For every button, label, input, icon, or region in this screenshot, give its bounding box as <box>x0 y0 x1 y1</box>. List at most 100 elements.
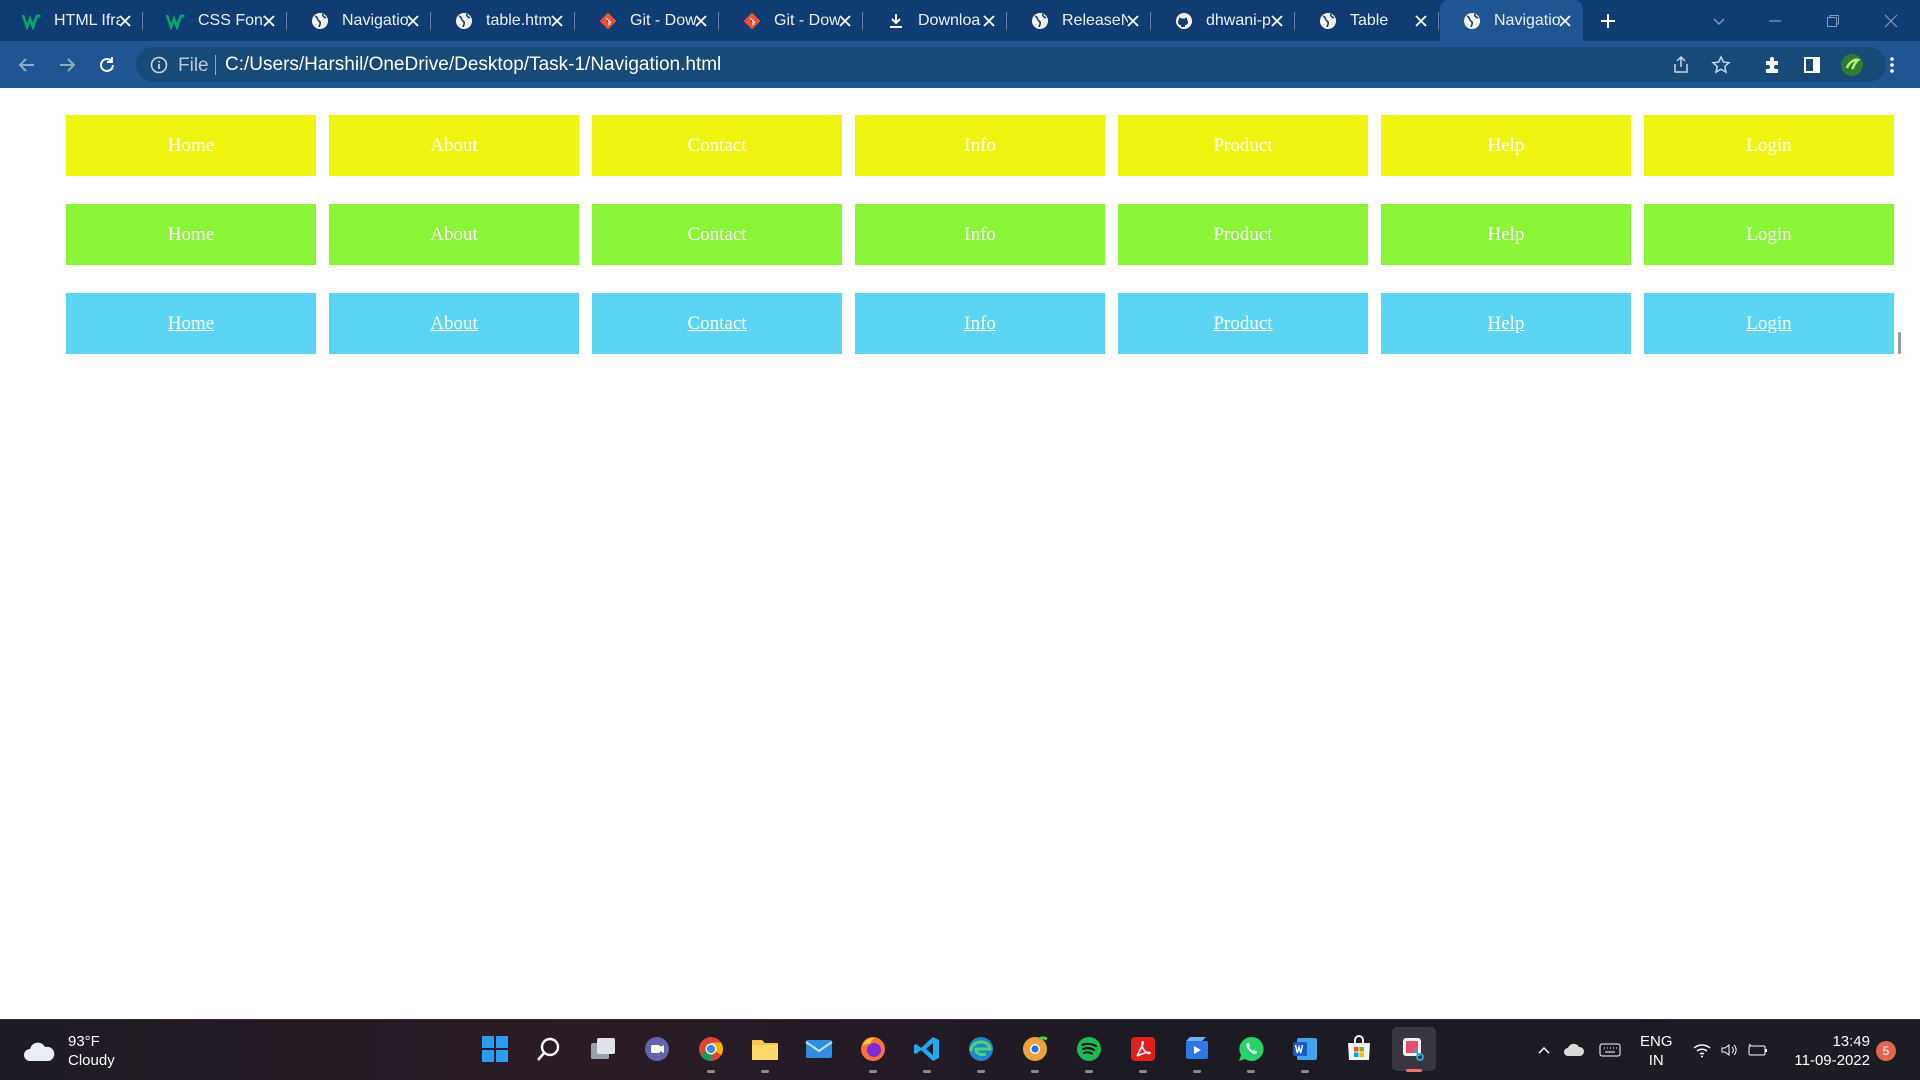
tab[interactable]: Git - Dow <box>576 0 719 41</box>
search-icon[interactable] <box>532 1032 566 1066</box>
tab[interactable]: dhwani-p <box>1152 0 1295 41</box>
nav-link-info[interactable]: Info <box>855 204 1105 265</box>
extensions-icon[interactable] <box>1760 53 1784 77</box>
nav-link-home[interactable]: Home <box>66 293 316 354</box>
tab-search-chevron-icon[interactable] <box>1706 8 1732 34</box>
acrobat-icon[interactable] <box>1126 1032 1160 1073</box>
close-tab-icon[interactable] <box>980 12 997 29</box>
nav-link-home[interactable]: Home <box>66 204 316 265</box>
share-icon[interactable] <box>1670 54 1692 76</box>
close-tab-icon[interactable] <box>1412 12 1429 29</box>
snipping-tool-icon[interactable] <box>1392 1027 1436 1072</box>
close-tab-icon[interactable] <box>1124 12 1141 29</box>
microsoft-store-icon[interactable] <box>1342 1032 1376 1066</box>
side-panel-icon[interactable] <box>1800 53 1824 77</box>
nav-link-about[interactable]: About <box>329 115 579 176</box>
nav-link-product[interactable]: Product <box>1118 293 1368 354</box>
mail-icon[interactable] <box>802 1032 836 1066</box>
whatsapp-icon[interactable] <box>1234 1032 1268 1073</box>
tab-title: Git - Dow <box>774 11 840 29</box>
firefox-icon[interactable] <box>856 1032 890 1073</box>
file-explorer-icon[interactable] <box>748 1032 782 1073</box>
nav-link-contact[interactable]: Contact <box>592 115 842 176</box>
tab-separator <box>574 12 575 30</box>
tab[interactable]: CSS Fonts <box>144 0 287 41</box>
bookmark-star-icon[interactable] <box>1710 54 1732 76</box>
tab[interactable]: ReleaseN <box>1008 0 1151 41</box>
cloud-icon <box>24 1042 55 1061</box>
nav-link-product[interactable]: Product <box>1118 204 1368 265</box>
tab-active[interactable]: Navigatio <box>1440 0 1583 41</box>
nav-link-product[interactable]: Product <box>1118 115 1368 176</box>
nav-link-login[interactable]: Login <box>1644 115 1894 176</box>
spotify-icon[interactable] <box>1072 1032 1106 1073</box>
nav-link-help[interactable]: Help <box>1381 115 1631 176</box>
tab[interactable]: Git - Dow <box>720 0 863 41</box>
system-clock[interactable]: 13:49 11-09-2022 <box>1790 1032 1870 1070</box>
nav-link-home[interactable]: Home <box>66 115 316 176</box>
nav-link-login[interactable]: Login <box>1644 204 1894 265</box>
weather-widget[interactable]: 93°F Cloudy <box>22 1032 115 1070</box>
close-tab-icon[interactable] <box>692 12 709 29</box>
profile-avatar[interactable] <box>1840 53 1864 77</box>
nav-link-contact[interactable]: Contact <box>592 204 842 265</box>
close-tab-icon[interactable] <box>260 12 277 29</box>
battery-icon[interactable] <box>1746 1038 1770 1062</box>
nav-link-info[interactable]: Info <box>855 293 1105 354</box>
onedrive-cloud-icon[interactable] <box>1562 1038 1586 1062</box>
chrome-icon[interactable] <box>694 1032 728 1073</box>
nav-link-help[interactable]: Help <box>1381 293 1631 354</box>
close-tab-icon[interactable] <box>548 12 565 29</box>
info-icon[interactable] <box>149 55 169 75</box>
nav-link-about[interactable]: About <box>329 204 579 265</box>
tab[interactable]: Table <box>1296 0 1439 41</box>
url-text[interactable]: C:/Users/Harshil/OneDrive/Desktop/Task-1… <box>225 54 721 76</box>
vscode-icon[interactable] <box>910 1032 944 1073</box>
show-hidden-icons-chevron-icon[interactable] <box>1532 1038 1556 1062</box>
browser-tab-strip: HTML Ifra CSS Fonts Navigatio table.htm Git … <box>0 0 1920 41</box>
volume-icon[interactable] <box>1718 1038 1742 1062</box>
running-indicator <box>1031 1070 1039 1073</box>
input-language[interactable]: ENG IN <box>1640 1032 1673 1070</box>
wifi-icon[interactable] <box>1690 1038 1714 1062</box>
scrollbar-thumb[interactable] <box>1898 332 1901 354</box>
nav-link-login[interactable]: Login <box>1644 293 1894 354</box>
tab-title: dhwani-p <box>1206 11 1271 29</box>
task-view-icon[interactable] <box>586 1032 620 1066</box>
new-tab-button[interactable] <box>1596 9 1620 33</box>
notification-badge[interactable]: 5 <box>1876 1041 1896 1061</box>
close-tab-icon[interactable] <box>1556 12 1573 29</box>
address-bar[interactable]: File C:/Users/Harshil/OneDrive/Desktop/T… <box>136 47 1886 82</box>
nav-link-about[interactable]: About <box>329 293 579 354</box>
close-tab-icon[interactable] <box>404 12 421 29</box>
nav-link-contact[interactable]: Contact <box>592 293 842 354</box>
chrome-canary-icon[interactable] <box>1018 1032 1052 1073</box>
nav-link-help[interactable]: Help <box>1381 204 1631 265</box>
close-tab-icon[interactable] <box>836 12 853 29</box>
forward-button[interactable] <box>53 51 81 79</box>
tab[interactable]: table.htm <box>432 0 575 41</box>
restore-button[interactable] <box>1820 8 1846 34</box>
teams-chat-icon[interactable] <box>640 1032 674 1066</box>
w3schools-icon <box>22 11 42 31</box>
video-editor-icon[interactable] <box>1180 1032 1214 1073</box>
tab[interactable]: Navigatio <box>288 0 431 41</box>
running-indicator <box>1193 1070 1201 1073</box>
start-icon[interactable] <box>478 1032 512 1066</box>
reload-button[interactable] <box>93 51 121 79</box>
tab[interactable]: HTML Ifra <box>0 0 143 41</box>
minimize-button[interactable] <box>1762 8 1788 34</box>
close-tab-icon[interactable] <box>116 12 133 29</box>
close-window-button[interactable] <box>1878 8 1904 34</box>
edge-icon[interactable] <box>964 1032 998 1073</box>
tab-title: Git - Dow <box>630 11 696 29</box>
nav-link-info[interactable]: Info <box>855 115 1105 176</box>
word-icon[interactable] <box>1288 1032 1322 1073</box>
back-button[interactable] <box>13 51 41 79</box>
close-tab-icon[interactable] <box>1268 12 1285 29</box>
git-icon <box>598 11 618 31</box>
menu-kebab-icon[interactable] <box>1880 53 1904 77</box>
tab[interactable]: Downloa <box>864 0 1007 41</box>
running-indicator <box>923 1070 931 1073</box>
keyboard-icon[interactable] <box>1598 1038 1622 1062</box>
